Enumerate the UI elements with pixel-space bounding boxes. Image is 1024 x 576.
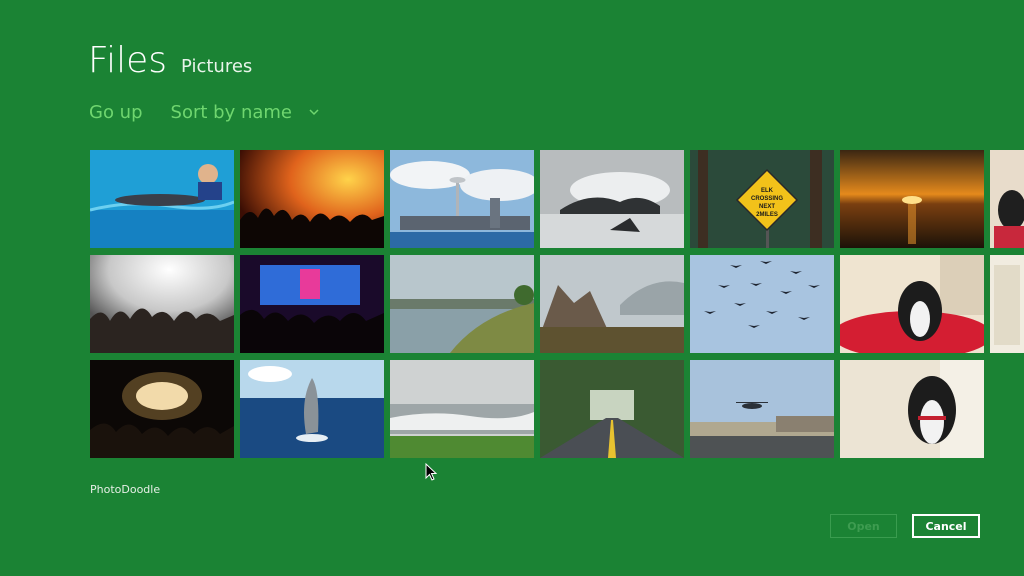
command-bar: Go up Sort by name [89,102,320,123]
sign-text-next: NEXT [759,204,775,210]
thumbnail-sunset-ocean[interactable] [840,150,984,248]
thumbnail-forest-road[interactable] [540,360,684,458]
sign-text-crossing: CROSSING [751,196,783,202]
open-button[interactable]: Open [830,514,897,538]
cancel-button[interactable]: Cancel [912,514,980,538]
thumbnail-concert-crowd-white[interactable] [90,255,234,353]
thumbnail-concert-spotlight[interactable] [90,360,234,458]
thumbnail-concert-stage-blue[interactable] [240,255,384,353]
chevron-down-icon [308,106,320,118]
thumbnail-grid: ELK CROSSING NEXT 2MILES [90,150,1024,460]
thumbnail-concert-orange[interactable] [240,150,384,248]
thumbnail-partial-2[interactable] [990,255,1024,353]
thumbnail-elk-crossing-sign[interactable]: ELK CROSSING NEXT 2MILES [690,150,834,248]
thumbnail-coastal-bay[interactable] [390,255,534,353]
thumbnail-swimmer-dolphin[interactable] [90,150,234,248]
thumbnail-seattle-skyline[interactable] [390,150,534,248]
go-up-button[interactable]: Go up [89,102,143,123]
page-title: Files [88,40,167,81]
sort-dropdown[interactable]: Sort by name [171,102,320,123]
thumbnail-helicopter-harbor[interactable] [690,360,834,458]
thumbnail-waves-rocks[interactable] [540,150,684,248]
page-header: Files Pictures [88,40,252,81]
thumbnail-dolphin-jump[interactable] [240,360,384,458]
thumbnail-dog-portrait[interactable] [840,360,984,458]
current-location[interactable]: Pictures [181,56,252,77]
thumbnail-sea-rocks-cliff[interactable] [540,255,684,353]
thumbnail-birds-sky[interactable] [690,255,834,353]
mouse-pointer-icon [425,462,438,481]
thumbnail-dog-red-bed[interactable] [840,255,984,353]
sign-text-elk: ELK [761,188,774,194]
sort-label: Sort by name [170,102,292,123]
sign-text-miles: 2MILES [756,212,778,218]
thumbnail-beach-surf[interactable] [390,360,534,458]
thumbnail-partial-1[interactable] [990,150,1024,248]
folder-label[interactable]: PhotoDoodle [90,483,160,496]
